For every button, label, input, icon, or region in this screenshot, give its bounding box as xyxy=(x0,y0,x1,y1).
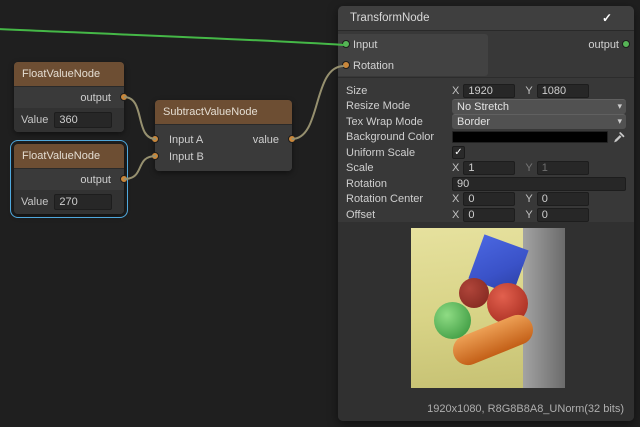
value-output-port[interactable] xyxy=(288,135,296,143)
node-graph-canvas[interactable]: FloatValueNode output Value FloatValueNo… xyxy=(0,0,640,427)
output-port[interactable] xyxy=(622,40,630,48)
input-a-label: Input A xyxy=(169,134,203,146)
input-a-port[interactable] xyxy=(151,135,159,143)
scale-y-axis-label: Y xyxy=(525,162,532,174)
uniform-scale-checkbox[interactable]: ✓ xyxy=(452,146,465,159)
rotation-center-x-axis-label: X xyxy=(452,193,459,205)
float-value-node-2[interactable]: FloatValueNode output Value xyxy=(14,144,124,214)
preview-section: 1920x1080, R8G8B8A8_UNorm(32 bits) xyxy=(338,222,634,421)
resize-mode-label: Resize Mode xyxy=(346,100,452,112)
input-port[interactable] xyxy=(342,40,350,48)
resize-mode-row: Resize Mode No Stretch ▾ xyxy=(346,99,626,115)
output-port-label: output xyxy=(80,174,111,186)
output-port-row: output xyxy=(14,169,124,190)
wire-subtract-to-transform-rotation[interactable] xyxy=(292,66,344,139)
chevron-down-icon: ▾ xyxy=(617,101,622,112)
scale-y-input xyxy=(537,161,589,175)
preview-maroon-sphere xyxy=(459,278,489,308)
input-port-label: Input xyxy=(353,39,377,51)
scale-x-axis-label: X xyxy=(452,162,459,174)
node-body: Input A value Input B xyxy=(155,125,292,171)
background-color-label: Background Color xyxy=(346,131,452,143)
panel-title: TransformNode xyxy=(350,12,429,24)
node-enabled-check-icon[interactable]: ✓ xyxy=(602,11,612,25)
chevron-down-icon: ▾ xyxy=(617,116,622,127)
properties-list: Size X Y Resize Mode No Stretch ▾ xyxy=(338,78,634,223)
value-label: Value xyxy=(21,196,48,208)
input-a-row: Input A value xyxy=(155,131,292,148)
resize-mode-dropdown[interactable]: No Stretch ▾ xyxy=(452,99,626,114)
size-y-input[interactable] xyxy=(537,84,589,98)
transform-node-panel[interactable]: TransformNode ✓ Input Rotation output xyxy=(338,6,634,421)
size-x-input[interactable] xyxy=(463,84,515,98)
resize-mode-value: No Stretch xyxy=(457,101,509,113)
output-port[interactable] xyxy=(120,93,128,101)
size-label: Size xyxy=(346,85,452,97)
offset-y-input[interactable] xyxy=(537,208,589,222)
scale-x-input[interactable] xyxy=(463,161,515,175)
background-color-swatch[interactable] xyxy=(452,131,608,143)
offset-x-axis-label: X xyxy=(452,209,459,221)
value-input[interactable] xyxy=(54,194,112,210)
input-b-label: Input B xyxy=(169,151,204,163)
uniform-scale-label: Uniform Scale xyxy=(346,147,452,159)
rotation-port[interactable] xyxy=(342,61,350,69)
value-input[interactable] xyxy=(54,112,112,128)
subtract-value-node[interactable]: SubtractValueNode Input A value Input B xyxy=(155,100,292,171)
rotation-row: Rotation xyxy=(346,176,626,192)
value-label: Value xyxy=(21,114,48,126)
rotation-port-label: Rotation xyxy=(353,60,394,72)
panel-title-bar[interactable]: TransformNode ✓ xyxy=(338,6,634,31)
size-y-axis-label: Y xyxy=(525,85,532,97)
offset-row: Offset X Y xyxy=(346,207,626,223)
rotation-port-row: Rotation xyxy=(338,55,488,76)
rotation-center-x-input[interactable] xyxy=(463,192,515,206)
scale-row: Scale X Y xyxy=(346,161,626,177)
input-b-row: Input B xyxy=(155,148,292,165)
output-port-row: output xyxy=(14,87,124,108)
offset-y-axis-label: Y xyxy=(525,209,532,221)
value-row: Value xyxy=(14,108,124,132)
size-row: Size X Y xyxy=(346,83,626,99)
input-b-port[interactable] xyxy=(151,152,159,160)
input-ports-box: Input Rotation xyxy=(338,34,488,76)
wire-float1-to-subtract-inputA[interactable] xyxy=(124,97,156,139)
output-port-label: output xyxy=(80,92,111,104)
rotation-center-y-input[interactable] xyxy=(537,192,589,206)
rotation-input[interactable] xyxy=(452,177,626,191)
offset-x-input[interactable] xyxy=(463,208,515,222)
texture-info-text: 1920x1080, R8G8B8A8_UNorm(32 bits) xyxy=(427,403,624,415)
tex-wrap-mode-label: Tex Wrap Mode xyxy=(346,116,452,128)
size-x-axis-label: X xyxy=(452,85,459,97)
rotation-label: Rotation xyxy=(346,178,452,190)
rotation-center-row: Rotation Center X Y xyxy=(346,192,626,208)
output-port-row: output xyxy=(588,34,634,55)
node-title[interactable]: FloatValueNode xyxy=(14,144,124,169)
node-title[interactable]: SubtractValueNode xyxy=(155,100,292,125)
preview-green-sphere xyxy=(434,302,471,339)
output-port[interactable] xyxy=(120,175,128,183)
texture-preview-image xyxy=(411,228,565,388)
rotation-center-y-axis-label: Y xyxy=(525,193,532,205)
tex-wrap-mode-row: Tex Wrap Mode Border ▾ xyxy=(346,114,626,130)
output-port-label: output xyxy=(588,39,619,51)
background-color-row: Background Color xyxy=(346,130,626,146)
scale-label: Scale xyxy=(346,162,452,174)
node-title[interactable]: FloatValueNode xyxy=(14,62,124,87)
uniform-scale-row: Uniform Scale ✓ xyxy=(346,145,626,161)
tex-wrap-mode-dropdown[interactable]: Border ▾ xyxy=(452,114,626,129)
ports-section: Input Rotation output xyxy=(338,31,634,78)
value-output-label: value xyxy=(253,134,279,146)
input-port-row: Input xyxy=(338,34,488,55)
offset-label: Offset xyxy=(346,209,452,221)
eyedropper-icon[interactable] xyxy=(612,131,626,144)
wire-float2-to-subtract-inputB[interactable] xyxy=(124,156,156,179)
preview-background-gray xyxy=(523,228,565,388)
tex-wrap-mode-value: Border xyxy=(457,116,490,128)
value-row: Value xyxy=(14,190,124,214)
wire-external-to-transform-input[interactable] xyxy=(0,29,344,45)
rotation-center-label: Rotation Center xyxy=(346,193,452,205)
float-value-node-1[interactable]: FloatValueNode output Value xyxy=(14,62,124,132)
